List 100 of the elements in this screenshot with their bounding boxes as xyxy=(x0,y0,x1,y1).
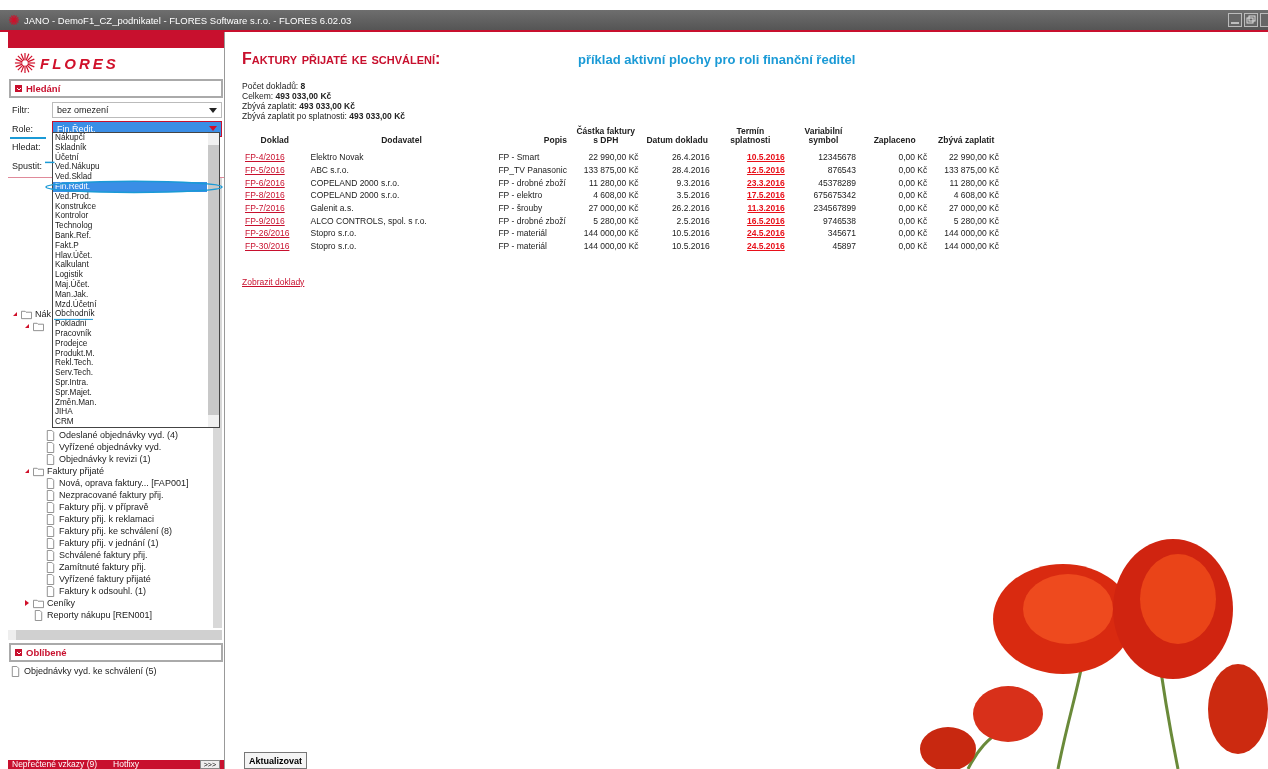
due-date: 12.5.2016 xyxy=(746,165,785,176)
dropdown-option[interactable]: Ved.Sklad xyxy=(53,172,207,182)
tree-item[interactable]: Faktury přij. k reklamaci xyxy=(59,514,155,524)
column-header: Zbývá zaplatit xyxy=(937,134,996,147)
tree-item[interactable]: Nezpracované faktury přij. xyxy=(59,490,164,500)
role-select[interactable]: bez omezení xyxy=(52,102,222,119)
table-cell-text: 28.4.2016 xyxy=(670,164,711,177)
tree-item[interactable]: Vyřízené objednávky vyd. xyxy=(59,442,162,452)
favorite-item[interactable]: Objednávky vyd. ke schválení (5) xyxy=(24,666,157,676)
show-documents-link[interactable]: Zobrazit doklady xyxy=(242,276,305,287)
collapse-icon[interactable] xyxy=(15,649,22,656)
dropdown-option[interactable]: Pokladní xyxy=(53,319,207,329)
expanded-arrow-icon[interactable] xyxy=(24,468,30,474)
minimize-button[interactable] xyxy=(1228,13,1242,27)
dropdown-option[interactable]: Konstrukce xyxy=(53,201,207,212)
tree-item[interactable]: Faktury k odsouhl. (1) xyxy=(59,586,147,596)
dropdown-option[interactable]: Rekl.Tech. xyxy=(53,358,207,369)
table-cell-text: 11 280,00 Kč xyxy=(588,176,640,190)
document-link[interactable]: FP-5/2016 xyxy=(245,165,285,176)
folder-icon xyxy=(33,597,44,609)
dropdown-scrollbar[interactable] xyxy=(208,133,219,427)
window-title: JANO - DemoF1_CZ_podnikatel - FLORES Software s.r.o. - FLORES 6.02.03 xyxy=(24,14,353,26)
tree-item[interactable]: Odeslané objednávky vyd. (4) xyxy=(59,430,179,440)
dropdown-option[interactable]: Maj.Účet. xyxy=(53,279,207,290)
field-label: Spustit: xyxy=(12,160,42,171)
tree-item[interactable]: Nák xyxy=(35,309,51,319)
tree-item[interactable]: Vyřízené faktury přijaté xyxy=(59,574,151,584)
document-link[interactable]: FP-4/2016 xyxy=(245,152,285,163)
dropdown-option[interactable]: Obchodník xyxy=(53,309,207,320)
collapse-icon[interactable] xyxy=(15,85,22,92)
due-date: 17.5.2016 xyxy=(746,190,785,201)
dropdown-option[interactable]: Produkt.M. xyxy=(53,348,207,359)
dropdown-option[interactable]: Prodejce xyxy=(53,338,207,349)
dropdown-option[interactable]: Serv.Tech. xyxy=(53,368,207,378)
dropdown-option[interactable]: Ved.Prod. xyxy=(53,191,207,202)
document-link[interactable]: FP-26/2016 xyxy=(245,228,290,239)
dropdown-option[interactable]: Kontrolor xyxy=(53,211,207,222)
document-link[interactable]: FP-6/2016 xyxy=(245,177,285,188)
dropdown-option[interactable]: Kalkulant xyxy=(53,260,207,271)
tree-item[interactable]: Zamítnuté faktury přij. xyxy=(59,562,147,572)
table-cell-text: 234567899 xyxy=(812,202,858,215)
dropdown-option[interactable]: Fakt.P xyxy=(53,240,207,251)
tree-item[interactable]: Nová, oprava faktury... [FAP001] xyxy=(59,478,189,488)
dropdown-option[interactable]: Spr.Intra. xyxy=(53,377,207,388)
tree-item[interactable]: Faktury přij. ke schválení (8) xyxy=(59,526,173,536)
document-link[interactable]: FP-9/2016 xyxy=(245,215,285,226)
restore-button[interactable] xyxy=(1244,13,1258,27)
dropdown-option[interactable]: Technolog xyxy=(53,221,207,231)
folder-icon xyxy=(33,465,44,477)
table-cell-text: 144 000,00 Kč xyxy=(582,227,640,240)
horizontal-scrollbar[interactable] xyxy=(8,630,222,640)
document-icon xyxy=(45,537,56,549)
column-header: Datum dokladu xyxy=(645,134,709,147)
dropdown-option[interactable]: Man.Jak. xyxy=(53,289,207,300)
close-button[interactable] xyxy=(1260,13,1268,27)
tree-item[interactable]: Faktury přijaté xyxy=(47,466,105,476)
tree-item[interactable]: Reporty nákupu [REN001] xyxy=(47,610,153,620)
favorites-panel-header[interactable]: Oblíbené xyxy=(9,643,223,662)
dropdown-option[interactable]: Hlav.Účet. xyxy=(53,250,207,261)
column-header: Popis xyxy=(542,134,568,147)
table-cell-text: 27 000,00 Kč xyxy=(947,202,1000,215)
dropdown-option[interactable]: Skladník xyxy=(53,142,207,153)
collapsed-arrow-icon[interactable] xyxy=(24,600,30,606)
dropdown-option[interactable]: Účetní xyxy=(53,152,207,163)
dropdown-option[interactable]: Pracovník xyxy=(53,328,207,339)
minimize-icon xyxy=(1231,22,1239,24)
dropdown-option[interactable]: Mzd.Účetní xyxy=(53,299,207,310)
table-cell-text: Stopro s.r.o. xyxy=(309,227,358,240)
tree-item[interactable]: Faktury přij. v přípravě xyxy=(59,502,149,512)
tree-item[interactable]: Schválené faktury přij. xyxy=(59,550,148,560)
document-link[interactable]: FP-7/2016 xyxy=(245,203,285,214)
annotation-underline xyxy=(10,136,46,139)
dropdown-option[interactable]: Logistik xyxy=(53,270,207,280)
search-panel-header[interactable]: Hledání xyxy=(9,79,223,98)
messages-link[interactable]: Nepřečtené vzkazy (9) xyxy=(12,760,98,769)
table-cell-text: FP_TV Panasonic xyxy=(497,164,568,177)
summary-line: Celkem: 493 033,00 Kč xyxy=(242,91,333,101)
expanded-arrow-icon[interactable] xyxy=(12,311,18,317)
dropdown-option[interactable]: Bank.Ref. xyxy=(53,230,207,241)
dropdown-option[interactable]: Spr.Majet. xyxy=(53,387,207,398)
document-icon xyxy=(45,477,56,489)
table-cell-text: 876543 xyxy=(826,164,858,177)
expanded-arrow-icon[interactable] xyxy=(24,323,30,329)
table-cell-text: COPELAND 2000 s.r.o. xyxy=(309,176,401,190)
dropdown-option[interactable]: Ved.Nákupu xyxy=(53,162,207,173)
refresh-button[interactable]: Aktualizovat xyxy=(244,752,307,769)
dropdown-option[interactable]: Změn.Man. xyxy=(53,397,207,408)
dropdown-option[interactable]: CRM xyxy=(53,417,207,427)
document-link[interactable]: FP-30/2016 xyxy=(245,241,290,252)
panel-title: Oblíbené xyxy=(26,647,67,658)
document-icon xyxy=(45,525,56,537)
table-cell-text: 144 000,00 Kč xyxy=(943,240,1000,253)
hotfixes-link[interactable]: Hotfixy xyxy=(113,760,140,769)
document-link[interactable]: FP-8/2016 xyxy=(245,190,285,201)
table-cell-text: 5 280,00 Kč xyxy=(952,214,1000,228)
tree-item[interactable]: Faktury přij. v jednání (1) xyxy=(59,538,159,548)
dropdown-option[interactable]: JIHA xyxy=(53,407,207,418)
table-cell-text: 133 875,00 Kč xyxy=(943,164,1000,177)
tree-item[interactable]: Ceníky xyxy=(47,598,75,608)
tree-item[interactable]: Objednávky k revizi (1) xyxy=(59,454,151,464)
